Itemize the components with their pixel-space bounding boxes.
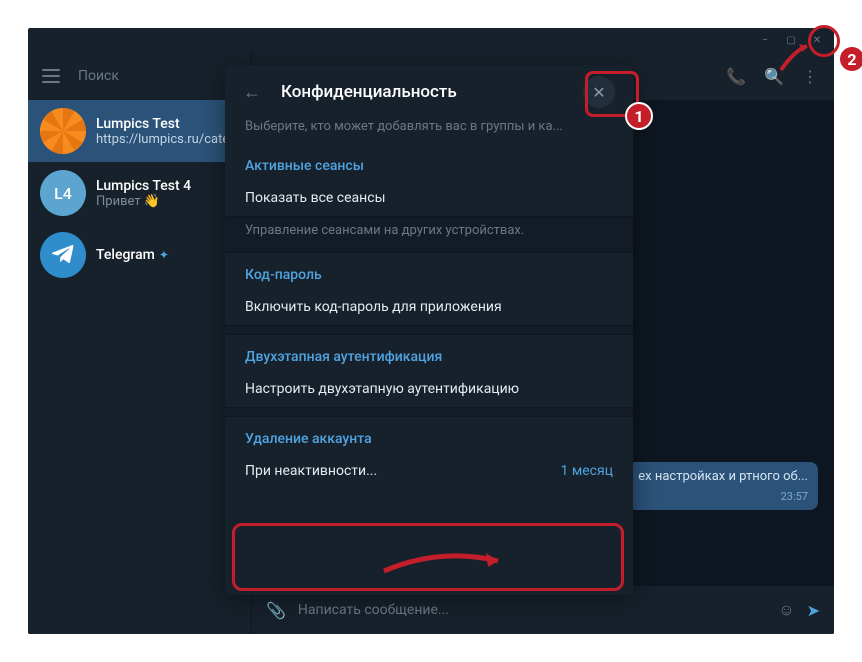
setup-twostep-item[interactable]: Настроить двухэтапную аутентификацию	[225, 371, 633, 407]
section-header-sessions: Активные сеансы	[225, 144, 633, 180]
minimize-button[interactable]: −	[752, 32, 778, 48]
modal-title: Конфиденциальность	[281, 82, 563, 102]
avatar	[40, 232, 86, 278]
send-button[interactable]: ➤	[807, 601, 820, 620]
show-all-sessions-item[interactable]: Показать все сеансы	[225, 180, 633, 216]
emoji-icon[interactable]: ☺	[778, 600, 794, 620]
avatar	[40, 108, 86, 154]
delete-if-inactive-item[interactable]: При неактивности... 1 месяц	[225, 453, 633, 489]
enable-passcode-item[interactable]: Включить код-пароль для приложения	[225, 289, 633, 325]
annotation-badge-2: 2	[838, 45, 862, 73]
close-window-button[interactable]: ✕	[804, 32, 830, 48]
chat-list-item[interactable]: Telegram ✦	[28, 224, 251, 286]
chat-name: Lumpics Test	[96, 116, 229, 132]
message-time: 23:57	[638, 489, 808, 504]
verified-icon: ✦	[159, 248, 169, 262]
sidebar: Поиск Lumpics Test https://lumpics.ru/ca…	[28, 52, 252, 634]
chat-name: Telegram ✦	[96, 247, 169, 263]
attach-icon[interactable]: 📎	[266, 601, 286, 620]
chat-preview: Привет 👋	[96, 194, 191, 209]
section-header-delete-account: Удаление аккаунта	[225, 417, 633, 453]
back-icon[interactable]: ←	[243, 82, 261, 103]
call-icon[interactable]: 📞	[726, 67, 746, 86]
modal-subtext: Выберите, кто может добавлять вас в груп…	[225, 119, 633, 144]
privacy-settings-modal: ← Конфиденциальность ✕ Выберите, кто мож…	[225, 65, 633, 595]
menu-icon[interactable]	[42, 69, 60, 83]
message-bubble: ех настройках и ртного об... 23:57	[628, 462, 818, 510]
search-icon[interactable]: 🔍	[764, 67, 784, 86]
chat-preview: https://lumpics.ru/cate	[96, 132, 229, 147]
titlebar: − ▢ ✕	[28, 28, 834, 52]
section-header-passcode: Код-пароль	[225, 253, 633, 289]
section-header-twostep: Двухэтапная аутентификация	[225, 335, 633, 371]
delete-inactive-label: При неактивности...	[245, 463, 377, 479]
message-input[interactable]: Написать сообщение...	[298, 602, 766, 618]
sessions-hint: Управление сеансами на других устройства…	[225, 216, 633, 253]
delete-inactive-value: 1 месяц	[561, 463, 613, 479]
close-modal-button[interactable]: ✕	[583, 76, 615, 108]
more-icon[interactable]: ⋮	[802, 67, 818, 86]
chat-name: Lumpics Test 4	[96, 178, 191, 194]
search-input[interactable]: Поиск	[78, 68, 119, 84]
chat-list-item[interactable]: Lumpics Test https://lumpics.ru/cate	[28, 100, 251, 162]
chat-list-item[interactable]: L4 Lumpics Test 4 Привет 👋	[28, 162, 251, 224]
maximize-button[interactable]: ▢	[778, 32, 804, 48]
avatar: L4	[40, 170, 86, 216]
